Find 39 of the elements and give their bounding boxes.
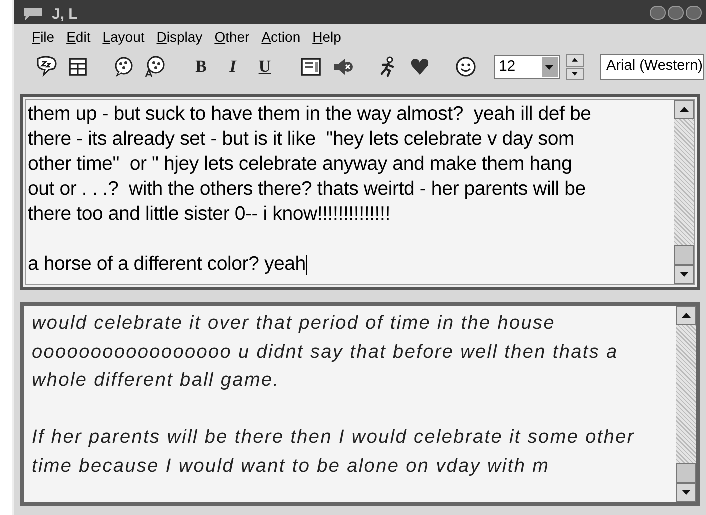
smiley-icon[interactable] xyxy=(455,56,478,78)
down-arrow-icon xyxy=(682,490,690,495)
menu-item[interactable]: Other xyxy=(214,26,250,48)
message-line: time because I would want to be alone on vday with m xyxy=(32,456,550,476)
font-size-dropdown[interactable]: 12 xyxy=(494,55,560,79)
up-arrow-icon xyxy=(682,313,690,318)
spin-up-button[interactable] xyxy=(566,54,584,66)
table-icon[interactable] xyxy=(66,56,89,78)
format-button[interactable]: U xyxy=(254,57,275,77)
down-arrow-icon xyxy=(572,72,578,76)
format-button[interactable]: B xyxy=(191,57,212,77)
dropdown-arrow-icon xyxy=(545,64,554,70)
message-line: whole different ball game. xyxy=(32,370,280,391)
menu-item[interactable]: Edit xyxy=(66,26,91,48)
close-button[interactable] xyxy=(686,6,702,20)
message-line: would celebrate it over that period of time in the house xyxy=(32,313,556,334)
minimize-button[interactable] xyxy=(650,6,666,20)
up-arrow-icon xyxy=(572,58,578,62)
window-panel-icon[interactable] xyxy=(300,56,322,78)
window-title: J, L xyxy=(52,7,78,22)
menu-item[interactable]: Display xyxy=(156,26,203,48)
font-name-field[interactable]: Arial (Western) xyxy=(600,54,704,80)
scroll-thumb[interactable] xyxy=(676,463,696,483)
message-line: If her parents will be there then I would celebrate it some other xyxy=(32,427,635,448)
message-line: ooooooooooooooooo u didnt say that before well then thats a xyxy=(32,342,618,362)
bubble-letter-icon[interactable] xyxy=(144,56,166,78)
chat-icon xyxy=(22,8,44,22)
format-button[interactable]: I xyxy=(223,57,244,77)
menu-item[interactable]: File xyxy=(32,26,55,48)
dotted-bubble-icon[interactable] xyxy=(112,56,135,78)
scroll-down-button[interactable] xyxy=(676,483,696,502)
sleep-bubble-icon[interactable] xyxy=(34,56,57,78)
scroll-up-button[interactable] xyxy=(676,306,696,325)
muted-speaker-icon[interactable] xyxy=(332,56,354,78)
spin-down-button[interactable] xyxy=(566,68,584,80)
menu-item[interactable]: Layout xyxy=(102,26,145,48)
maximize-button[interactable] xyxy=(668,6,684,20)
menu-item[interactable]: Action xyxy=(262,26,301,48)
menu-item[interactable]: Help xyxy=(312,26,342,48)
